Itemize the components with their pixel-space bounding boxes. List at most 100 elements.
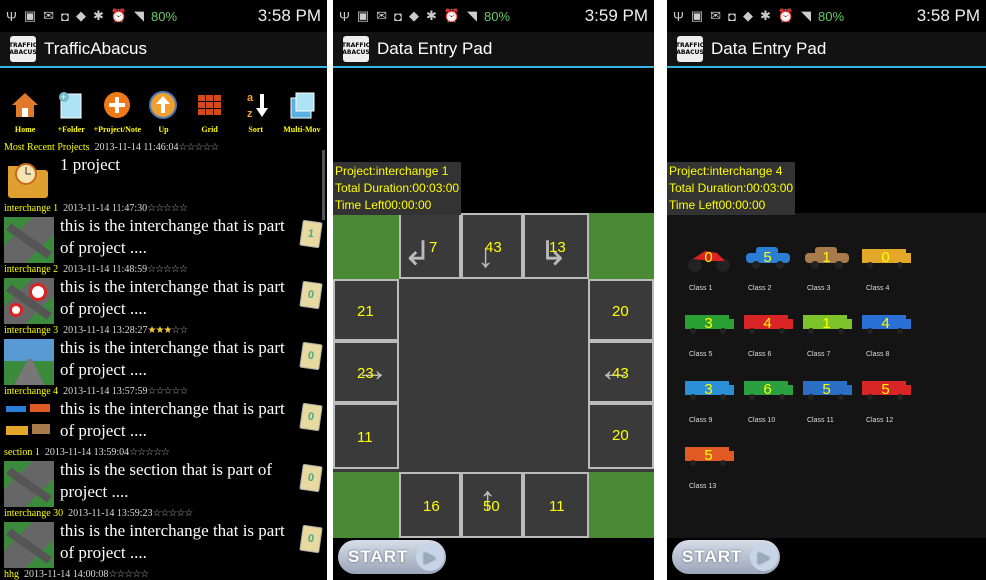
note-icon[interactable]: 0 (299, 402, 323, 432)
grid-icon (195, 90, 225, 120)
usb-icon: Ψ (6, 8, 17, 24)
vehicle-class-button[interactable]: 6 Class 10 (738, 367, 797, 439)
south-right-turn-button[interactable]: 16 (399, 472, 461, 538)
data-entry-pad-intersection: Ψ ▣ ✉ ◘ ◆ ✱ ⏰ ◥ 80% 3:59 PM TRAFFIC ABACU… (333, 0, 654, 580)
class-count: 1 (822, 315, 831, 332)
vehicles-thumbnail (4, 400, 54, 446)
note-icon[interactable]: 0 (299, 280, 323, 310)
vehicle-class-button[interactable]: 1 Class 7 (797, 301, 856, 373)
alarm-icon: ⏰ (443, 8, 461, 23)
class-count: 5 (704, 447, 713, 464)
vehicle-class-button[interactable]: 0 Class 1 (679, 235, 738, 307)
rating-stars[interactable]: ★★★☆☆ (148, 325, 189, 336)
scrollbar[interactable] (322, 150, 325, 220)
home-button[interactable]: Home (5, 90, 45, 134)
play-icon: ▶ (750, 543, 779, 571)
new-folder-button[interactable]: + +Folder (51, 90, 91, 134)
rating-stars[interactable]: ☆☆☆☆☆ (153, 508, 194, 519)
class-count: 5 (881, 381, 890, 398)
app-logo: TRAFFIC ABACUS (9, 36, 37, 62)
grass-corner (588, 472, 654, 538)
interchange-thumbnail (4, 522, 54, 568)
list-item[interactable]: this is the interchange that is part of … (0, 276, 327, 325)
alarm-icon: ⏰ (777, 8, 795, 23)
note-icon[interactable]: 1 (299, 219, 323, 249)
list-item[interactable]: this is the section that is part of proj… (0, 459, 327, 508)
vehicle-class-button[interactable]: 4 Class 6 (738, 301, 797, 373)
class-label: Class 12 (866, 417, 894, 424)
wifi-icon: ◥ (801, 8, 812, 23)
grass-corner (333, 472, 399, 538)
west-through-button[interactable]: → 23 (333, 341, 399, 403)
multi-move-button[interactable]: Multi-Mov (282, 90, 322, 134)
vehicle-class-button[interactable]: 0 Class 4 (856, 235, 915, 307)
project-browser-screen: Ψ ▣ ✉ ◘ ◆ ✱ ⏰ ◥ 80% 3:58 PM TRAFFIC ABACU… (0, 0, 327, 580)
image-icon: ▣ (23, 8, 37, 23)
vehicle-class-button[interactable]: 5 Class 13 (679, 433, 738, 505)
status-bar: Ψ ▣ ✉ ◘ ◆ ✱ ⏰ ◥ 80% 3:58 PM (667, 0, 986, 32)
mail-icon: ✉ (43, 8, 55, 23)
grass-corner (333, 213, 399, 279)
image-icon: ▣ (356, 8, 370, 23)
south-left-turn-button[interactable]: 11 (523, 472, 589, 538)
class-count: 3 (704, 315, 713, 332)
north-left-turn-button[interactable]: ↲ 7 (399, 213, 461, 279)
west-left-turn-button[interactable]: 21 (333, 279, 399, 341)
sort-button[interactable]: a z Sort (236, 90, 276, 134)
list-item[interactable]: 1 project (0, 154, 327, 203)
start-button[interactable]: START ▶ (672, 540, 780, 574)
class-label: Class 1 (689, 285, 713, 292)
road-signs-thumbnail (4, 278, 54, 324)
rating-stars[interactable]: ☆☆☆☆☆ (179, 142, 220, 153)
east-right-turn-button[interactable]: 20 (588, 403, 654, 469)
list-item[interactable]: this is the interchange that is part of … (0, 337, 327, 386)
east-through-button[interactable]: ← 43 (588, 341, 654, 403)
list-item[interactable]: this is the interchange that is part of … (0, 520, 327, 569)
list-item-header: interchange 1 2013-11-14 11:47:30☆☆☆☆☆ (4, 203, 188, 214)
vehicle-class-button[interactable]: 4 Class 8 (856, 301, 915, 373)
vehicle-class-button[interactable]: 1 Class 3 (797, 235, 856, 307)
up-button[interactable]: Up (143, 90, 183, 134)
interchange-thumbnail (4, 461, 54, 507)
vehicle-class-button[interactable]: 5 Class 11 (797, 367, 856, 439)
list-item-header: interchange 2 2013-11-14 11:48:59☆☆☆☆☆ (4, 264, 188, 275)
west-right-turn-button[interactable]: 11 (333, 403, 399, 469)
class-count: 1 (822, 249, 831, 266)
class-label: Class 11 (807, 417, 834, 424)
clock: 3:59 PM (584, 6, 648, 25)
rating-stars[interactable]: ☆☆☆☆☆ (147, 264, 188, 275)
north-through-button[interactable]: ↓ 43 (461, 213, 523, 279)
svg-text:a: a (247, 92, 254, 104)
vehicle-class-button[interactable]: 3 Class 9 (679, 367, 738, 439)
vehicle-class-grid: 0 Class 1 5 Class 2 1 Class 3 0 Class 4 3 Class 5… (667, 213, 986, 538)
status-bar: Ψ ▣ ✉ ◘ ◆ ✱ ⏰ ◥ 80% 3:59 PM (333, 0, 654, 32)
rating-stars[interactable]: ☆☆☆☆☆ (147, 203, 188, 214)
rating-stars[interactable]: ☆☆☆☆☆ (108, 569, 149, 580)
class-count: 0 (881, 249, 890, 266)
action-bar: TRAFFIC ABACUS Data Entry Pad (333, 32, 654, 68)
vehicle-class-button[interactable]: 3 Class 5 (679, 301, 738, 373)
south-through-button[interactable]: ↑ 50 (461, 472, 523, 538)
class-label: Class 4 (866, 285, 890, 292)
mail-icon: ✉ (376, 8, 388, 23)
shield-icon: ◆ (742, 8, 753, 23)
vehicle-class-button[interactable]: 5 Class 2 (738, 235, 797, 307)
north-right-turn-button[interactable]: ↳ 13 (523, 213, 589, 279)
grid-button[interactable]: Grid (190, 90, 230, 134)
up-arrow-icon (148, 90, 178, 120)
mail-icon: ✉ (710, 8, 722, 23)
rating-stars[interactable]: ☆☆☆☆☆ (148, 386, 189, 397)
list-item[interactable]: this is the interchange that is part of … (0, 215, 327, 264)
note-icon[interactable]: 0 (299, 524, 323, 554)
east-left-turn-button[interactable]: 20 (588, 279, 654, 341)
note-icon[interactable]: 0 (299, 341, 323, 371)
vehicle-class-button[interactable]: 5 Class 12 (856, 367, 915, 439)
class-count: 4 (881, 315, 890, 332)
svg-text:z: z (247, 108, 253, 120)
rating-stars[interactable]: ☆☆☆☆☆ (129, 447, 170, 458)
start-button[interactable]: START ▶ (338, 540, 446, 574)
list-item[interactable]: this is the interchange that is part of … (0, 398, 327, 447)
class-count: 0 (704, 249, 713, 266)
add-project-button[interactable]: +Project/Note (94, 90, 141, 134)
note-icon[interactable]: 0 (299, 463, 323, 493)
